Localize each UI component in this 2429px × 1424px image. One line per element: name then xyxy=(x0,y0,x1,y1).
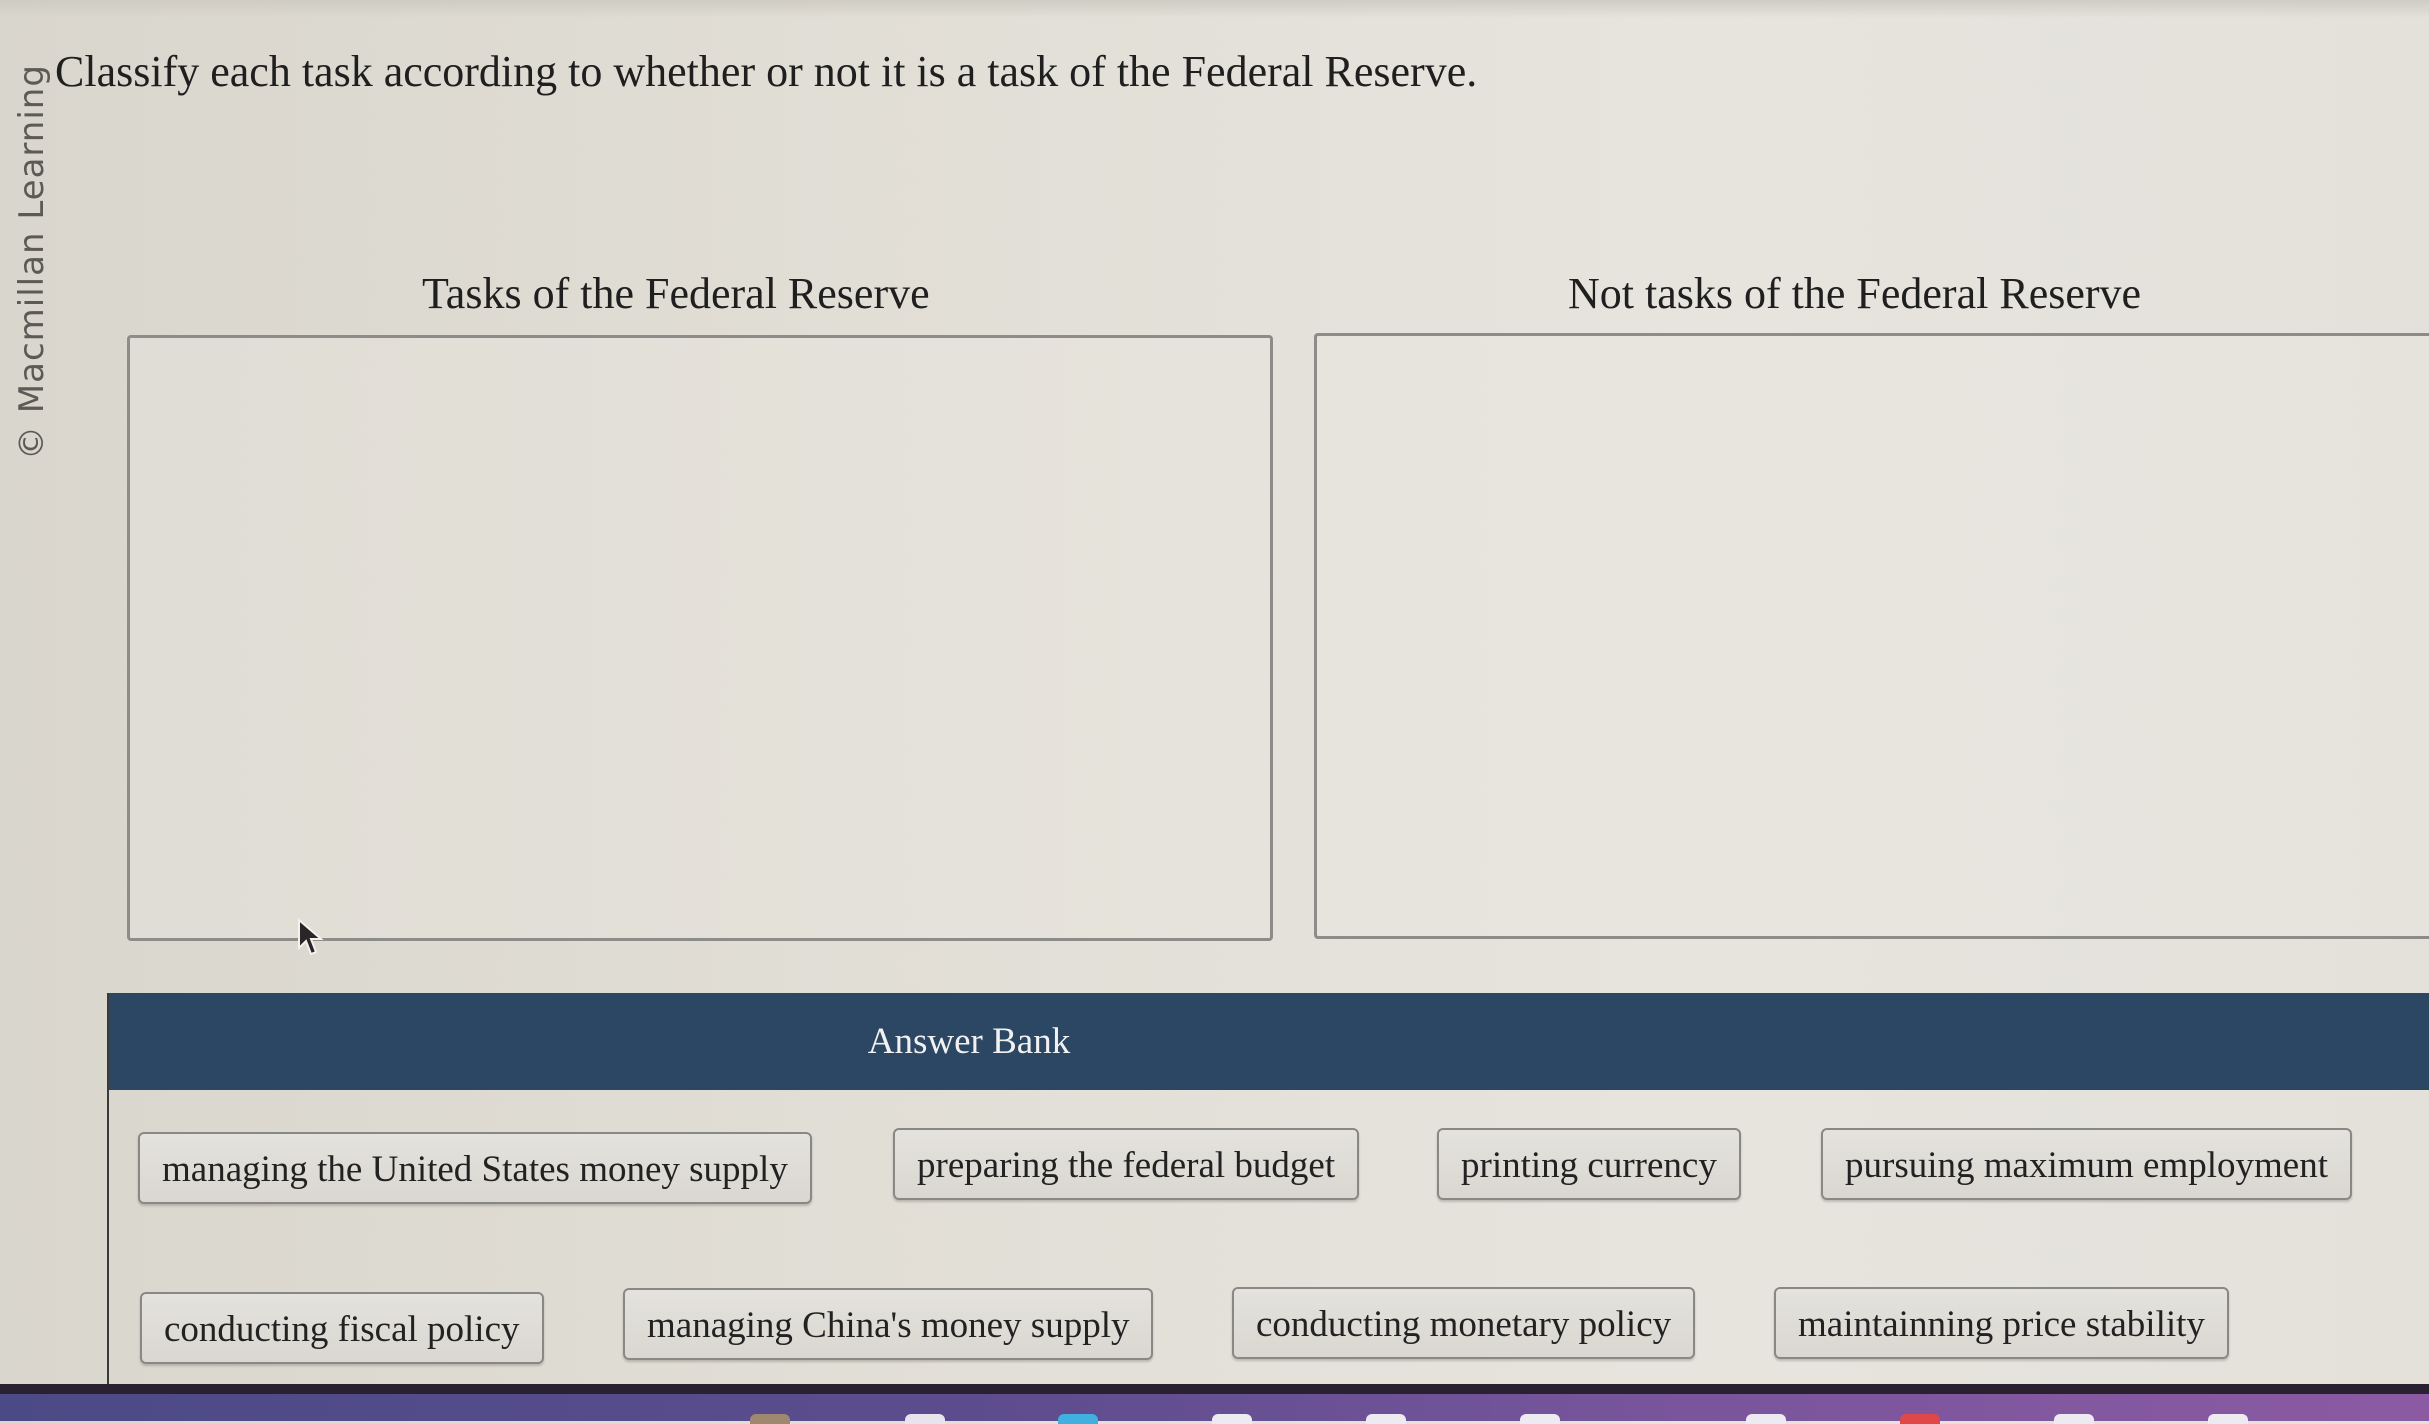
answer-chip-conducting-fiscal-policy[interactable]: conducting fiscal policy xyxy=(140,1292,544,1364)
dock-app-icon[interactable] xyxy=(1366,1414,1406,1424)
category-heading-not-fed-tasks: Not tasks of the Federal Reserve xyxy=(1568,269,2142,318)
answer-chip-managing-us-money-supply[interactable]: managing the United States money supply xyxy=(138,1132,812,1204)
answer-chip-preparing-federal-budget[interactable]: preparing the federal budget xyxy=(893,1128,1360,1200)
answer-bank-header: Answer Bank xyxy=(109,993,2429,1090)
drop-zone-not-fed-tasks[interactable] xyxy=(1314,333,2429,939)
dock-app-icon[interactable] xyxy=(750,1414,790,1424)
top-shade xyxy=(0,0,2429,18)
answer-chip-pursuing-maximum-employment[interactable]: pursuing maximum employment xyxy=(1821,1128,2353,1200)
screen-bezel-band xyxy=(0,1384,2429,1394)
dock-app-icon[interactable] xyxy=(1058,1414,1098,1424)
category-heading-fed-tasks: Tasks of the Federal Reserve xyxy=(422,269,930,318)
dock-app-icon[interactable] xyxy=(1900,1414,1940,1424)
question-prompt: Classify each task according to whether … xyxy=(55,47,1478,96)
answer-chip-maintaining-price-stability[interactable]: maintainning price stability xyxy=(1774,1287,2229,1359)
dock-app-icon[interactable] xyxy=(2208,1414,2248,1424)
answer-chip-managing-chinas-money-supply[interactable]: managing China's money supply xyxy=(623,1288,1154,1360)
copyright-watermark: © Macmillan Learning xyxy=(12,64,52,460)
dock-app-icon[interactable] xyxy=(1520,1414,1560,1424)
answer-chip-printing-currency[interactable]: printing currency xyxy=(1437,1128,1741,1200)
dock-app-icon[interactable] xyxy=(2054,1414,2094,1424)
dock-app-icon[interactable] xyxy=(1212,1414,1252,1424)
answer-chip-conducting-monetary-policy[interactable]: conducting monetary policy xyxy=(1232,1287,1696,1359)
drop-zone-fed-tasks[interactable] xyxy=(127,335,1273,941)
dock-app-icon[interactable] xyxy=(905,1414,945,1424)
dock-app-icon[interactable] xyxy=(1746,1414,1786,1424)
mouse-cursor-icon xyxy=(298,918,324,956)
answer-bank-title: Answer Bank xyxy=(867,1021,1071,1062)
